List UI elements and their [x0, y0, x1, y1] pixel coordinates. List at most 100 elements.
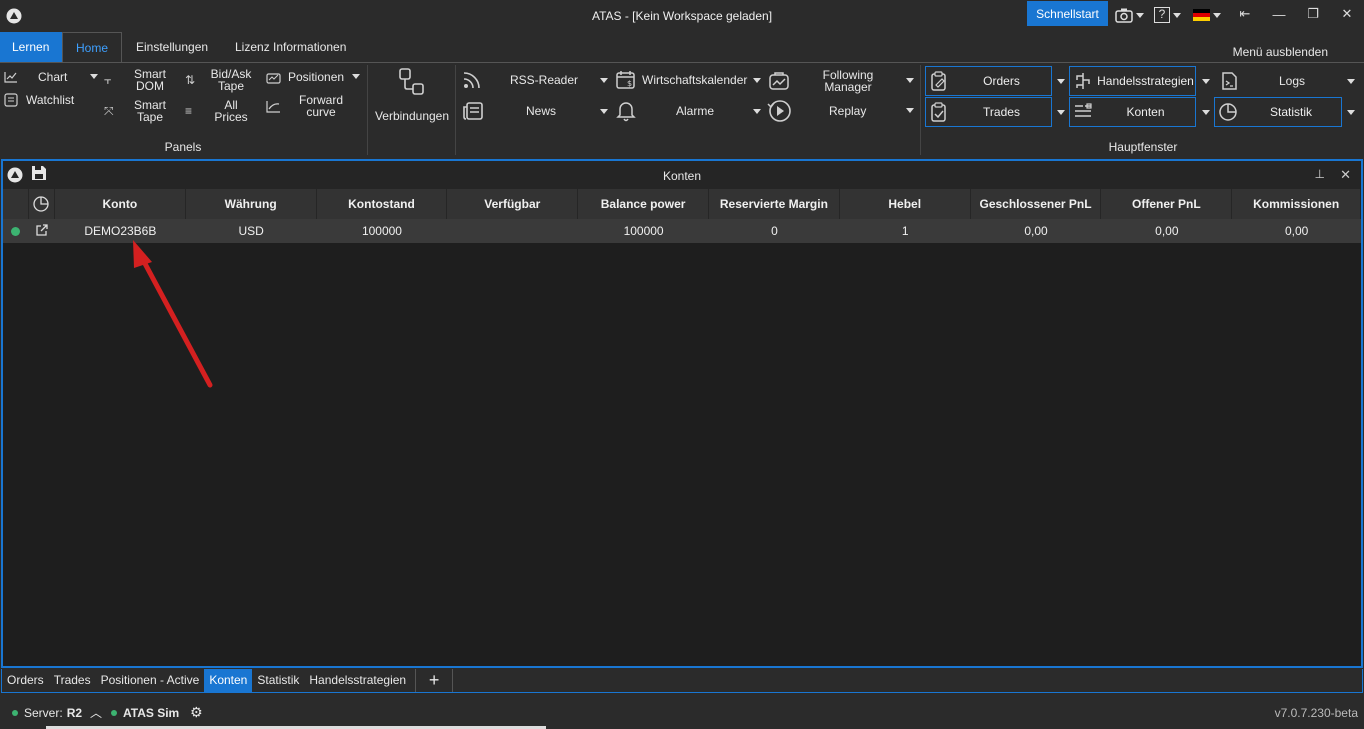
status-cell — [3, 219, 29, 243]
server-online-icon — [12, 710, 18, 716]
hide-menu-button[interactable]: Menü ausblenden — [1233, 45, 1328, 59]
divider — [920, 65, 921, 155]
column-header[interactable]: Hebel — [840, 189, 971, 219]
bidask-line2: Tape — [217, 79, 245, 93]
bottom-tab-trades[interactable]: Trades — [49, 669, 96, 692]
column-header[interactable]: Geschlossener PnL — [971, 189, 1102, 219]
alarms-button[interactable]: Alarme — [616, 100, 764, 122]
orders-window-button[interactable]: Orders — [925, 66, 1052, 96]
bottom-tab-statistics[interactable]: Statistik — [252, 669, 304, 692]
strategies-dropdown-chevron-icon[interactable] — [1202, 79, 1210, 84]
column-header[interactable]: Verfügbar — [447, 189, 579, 219]
minimize-icon: — — [1272, 6, 1286, 22]
smart-dom-line2: DOM — [136, 79, 164, 93]
language-selector[interactable] — [1193, 6, 1221, 24]
chevron-up-icon[interactable]: ︿ — [90, 704, 102, 721]
orders-icon — [926, 71, 952, 91]
replay-button[interactable]: Replay — [766, 98, 918, 124]
chevron-down-icon — [352, 74, 360, 79]
main-windows-group-label: Hauptfenster — [1108, 140, 1178, 154]
tab-license[interactable]: Lizenz Informationen — [223, 32, 358, 62]
news-button[interactable]: News — [462, 100, 610, 122]
accounts-window-button[interactable]: Konten — [1069, 97, 1196, 127]
screenshot-button[interactable] — [1115, 6, 1144, 24]
watchlist-button[interactable]: Watchlist — [4, 92, 100, 108]
statistics-window-button[interactable]: Statistik — [1214, 97, 1342, 127]
tab-home[interactable]: Home — [62, 32, 122, 62]
column-header[interactable]: Offener PnL — [1101, 189, 1233, 219]
trades-dropdown-chevron-icon[interactable] — [1057, 110, 1065, 115]
table-row[interactable]: DEMO23B6B USD 100000 100000 0 1 0,00 0,0… — [3, 219, 1361, 243]
column-header[interactable]: Balance power — [578, 189, 709, 219]
bottom-tab-bar: Orders Trades Positionen - Active Konten… — [1, 669, 1363, 693]
pin-button[interactable]: ⇤ — [1230, 4, 1260, 24]
column-header[interactable]: Währung — [186, 189, 317, 219]
status-bar: Server: R2 ︿ ATAS Sim ⚙ v7.0.7.230-beta — [0, 696, 1364, 729]
column-header[interactable]: Konto — [55, 189, 186, 219]
bottom-tab-positions[interactable]: Positionen - Active — [96, 669, 205, 692]
smart-dom-button[interactable]: ⫟ Smart DOM — [104, 67, 170, 93]
trades-icon — [926, 102, 952, 122]
tab-learn[interactable]: Lernen — [0, 32, 62, 62]
chart-button[interactable]: Chart — [4, 69, 100, 85]
chevron-down-icon — [906, 108, 914, 113]
help-icon: ? — [1154, 7, 1170, 23]
add-tab-button[interactable]: + — [415, 669, 454, 692]
following-manager-label: Following Manager — [808, 69, 888, 93]
logs-dropdown-chevron-icon[interactable] — [1347, 79, 1355, 84]
trades-window-button[interactable]: Trades — [925, 97, 1052, 127]
pin-icon[interactable]: ⊥ — [1315, 167, 1325, 181]
restore-icon: ❐ — [1307, 6, 1319, 21]
bidask-tape-button[interactable]: ⇅ Bid/Ask Tape — [185, 67, 255, 93]
connections-button[interactable]: Verbindungen — [370, 67, 454, 129]
close-icon: ✕ — [1341, 6, 1353, 21]
rss-reader-button[interactable]: RSS-Reader — [462, 69, 610, 91]
column-statistics[interactable] — [29, 189, 55, 219]
terminal-icon — [1216, 71, 1242, 91]
strategies-window-button[interactable]: Handelsstrategien — [1069, 66, 1196, 96]
accounts-panel: Konten ⊥ ✕ Konto Währung Kontostand Verf… — [1, 159, 1363, 668]
bidask-tape-icon: ⇅ — [185, 73, 196, 87]
all-prices-button[interactable]: ≡ All Prices — [185, 98, 255, 124]
column-header[interactable]: Reservierte Margin — [709, 189, 840, 219]
close-icon[interactable]: ✕ — [1340, 167, 1351, 183]
minimize-button[interactable]: — — [1264, 4, 1294, 24]
orders-dropdown-chevron-icon[interactable] — [1057, 79, 1065, 84]
statistics-dropdown-chevron-icon[interactable] — [1347, 110, 1355, 115]
tab-settings[interactable]: Einstellungen — [124, 32, 220, 62]
help-button[interactable]: ? — [1154, 6, 1181, 24]
quickstart-button[interactable]: Schnellstart — [1027, 1, 1108, 26]
settings-gear-icon[interactable]: ⚙ — [190, 704, 203, 721]
positions-button[interactable]: Positionen — [266, 69, 364, 85]
forward-curve-icon — [266, 100, 280, 113]
balance-cell: 100000 — [361, 224, 402, 238]
leverage-cell: 1 — [901, 224, 909, 238]
watchlist-label: Watchlist — [26, 93, 75, 107]
connection-status[interactable]: ATAS Sim — [111, 706, 179, 720]
divider — [367, 65, 368, 155]
bottom-tab-orders[interactable]: Orders — [2, 669, 49, 692]
maximize-button[interactable]: ❐ — [1298, 4, 1328, 24]
following-manager-button[interactable]: Following Manager — [768, 67, 918, 95]
chevron-down-icon — [90, 74, 98, 79]
forward-curve-button[interactable]: Forward curve — [266, 93, 364, 119]
pie-chart-icon — [1215, 102, 1241, 122]
open-external-cell[interactable] — [29, 219, 55, 243]
logs-label: Logs — [1278, 74, 1306, 88]
column-header[interactable]: Kommissionen — [1232, 189, 1362, 219]
bottom-tab-accounts[interactable]: Konten — [204, 669, 253, 692]
economic-calendar-button[interactable]: $ Wirtschaftskalender — [616, 69, 764, 91]
title-bar: ATAS - [Kein Workspace geladen] Schnells… — [0, 0, 1364, 32]
logs-window-button[interactable]: Logs — [1216, 66, 1342, 96]
currency-cell: USD — [238, 224, 264, 238]
bottom-tab-strategies[interactable]: Handelsstrategien — [304, 669, 411, 692]
watchlist-icon — [4, 93, 18, 107]
table-header: Konto Währung Kontostand Verfügbar Balan… — [3, 189, 1362, 219]
smart-tape-button[interactable]: ⤧ Smart Tape — [104, 98, 170, 124]
server-value: R2 — [66, 706, 83, 720]
orders-label: Orders — [983, 74, 1020, 88]
column-header[interactable]: Kontostand — [317, 189, 448, 219]
close-button[interactable]: ✕ — [1332, 4, 1362, 24]
server-status[interactable]: Server: R2 — [12, 706, 82, 720]
accounts-dropdown-chevron-icon[interactable] — [1202, 110, 1210, 115]
